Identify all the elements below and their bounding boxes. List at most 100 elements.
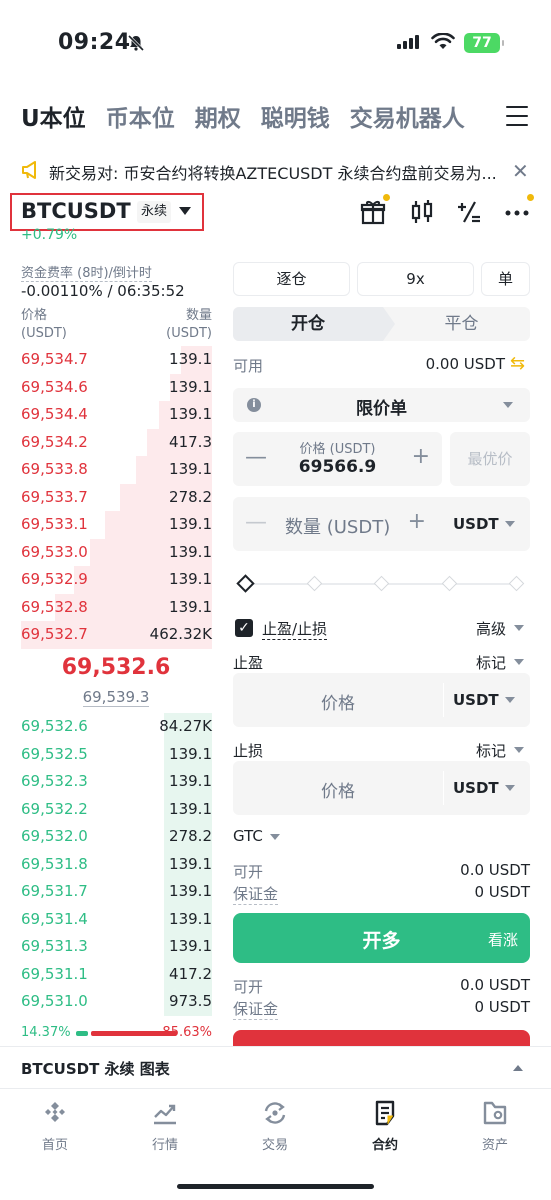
sl-trigger-select[interactable]: 标记 bbox=[476, 740, 506, 761]
more-icon[interactable] bbox=[503, 198, 531, 226]
long-margin-value: 0 USDT bbox=[474, 883, 530, 901]
amount-slider[interactable] bbox=[236, 574, 525, 593]
row-price: 69,531.7 bbox=[21, 882, 88, 900]
quantity-unit-select[interactable]: USDT bbox=[453, 515, 499, 533]
nav-trade[interactable]: 交易 bbox=[235, 1099, 315, 1153]
row-quantity: 139.1 bbox=[169, 882, 212, 900]
slider-stop-50[interactable] bbox=[373, 575, 390, 592]
quantity-input[interactable]: — 数量 (USDT) + USDT bbox=[233, 497, 530, 551]
buy-sell-ratio: 14.37% 85.63% bbox=[21, 1025, 212, 1041]
futures-icon bbox=[375, 1100, 395, 1126]
minus-icon[interactable]: — bbox=[245, 510, 267, 535]
long-margin-label[interactable]: 保证金 bbox=[233, 883, 279, 905]
time-in-force-select[interactable]: GTC bbox=[233, 827, 263, 845]
position-mode-button[interactable]: 单 bbox=[481, 262, 530, 296]
plus-icon[interactable]: + bbox=[408, 509, 426, 534]
stop-loss-input[interactable]: 价格 USDT bbox=[233, 761, 530, 815]
price-input[interactable]: — 价格 (USDT) 69566.9 + bbox=[233, 432, 442, 486]
ask-row[interactable]: 69,532.8 139.1 bbox=[21, 593, 212, 621]
ask-row[interactable]: 69,533.8 139.1 bbox=[21, 456, 212, 484]
advanced-select[interactable]: 高级 bbox=[476, 618, 506, 639]
transfer-icon[interactable]: ⇆ bbox=[510, 353, 525, 374]
row-quantity: 84.27K bbox=[159, 717, 212, 735]
row-price: 69,531.3 bbox=[21, 937, 88, 955]
gift-icon[interactable] bbox=[359, 198, 387, 226]
sell-ratio: 85.63% bbox=[162, 1025, 212, 1040]
bid-row[interactable]: 69,532.0 278.2 bbox=[21, 823, 212, 851]
bid-row[interactable]: 69,531.1 417.2 bbox=[21, 960, 212, 988]
bid-row[interactable]: 69,531.0 973.5 bbox=[21, 988, 212, 1016]
announcement-bar[interactable]: 新交易对: 币安合约将转换AZTECUSDT 永续合约盘前交易为... ✕ bbox=[0, 152, 551, 188]
tab-smart-money[interactable]: 聪明钱 bbox=[261, 99, 330, 133]
candlestick-chart-icon[interactable] bbox=[408, 198, 436, 226]
bid-row[interactable]: 69,531.8 139.1 bbox=[21, 850, 212, 878]
chevron-up-icon[interactable] bbox=[513, 1065, 523, 1071]
nav-home[interactable]: 首页 bbox=[15, 1099, 95, 1153]
slider-stop-75[interactable] bbox=[441, 575, 458, 592]
row-quantity: 417.2 bbox=[169, 964, 212, 983]
ask-row[interactable]: 69,534.7 139.1 bbox=[21, 346, 212, 374]
calculator-icon[interactable] bbox=[455, 198, 483, 226]
row-price: 69,534.2 bbox=[21, 432, 88, 451]
tpsl-label[interactable]: 止盈/止损 bbox=[262, 618, 328, 640]
orderbook-price-header: 价格 (USDT) bbox=[21, 308, 67, 341]
bid-row[interactable]: 69,531.4 139.1 bbox=[21, 905, 212, 933]
ask-row[interactable]: 69,533.0 139.1 bbox=[21, 538, 212, 566]
take-profit-label: 止盈 bbox=[233, 654, 264, 672]
ask-row[interactable]: 69,534.4 139.1 bbox=[21, 401, 212, 429]
tab-trading-bots[interactable]: 交易机器人 bbox=[350, 99, 465, 133]
tab-close[interactable]: 平仓 bbox=[393, 307, 530, 341]
nav-futures[interactable]: 合约 bbox=[345, 1099, 425, 1153]
chart-drawer[interactable]: BTCUSDT 永续 图表 bbox=[0, 1046, 551, 1088]
bid-row[interactable]: 69,532.6 84.27K bbox=[21, 713, 212, 741]
tab-usdm[interactable]: U本位 bbox=[21, 99, 86, 133]
bid-row[interactable]: 69,532.5 139.1 bbox=[21, 740, 212, 768]
margin-mode-button[interactable]: 逐仓 bbox=[233, 262, 350, 296]
ask-row[interactable]: 69,534.6 139.1 bbox=[21, 373, 212, 401]
slider-handle[interactable] bbox=[236, 574, 255, 593]
status-bar: 09:24 77 bbox=[0, 0, 551, 90]
ask-row[interactable]: 69,532.9 139.1 bbox=[21, 566, 212, 594]
nav-assets[interactable]: 资产 bbox=[455, 1099, 535, 1153]
best-price-button[interactable]: 最优价 bbox=[450, 432, 530, 486]
tp-trigger-select[interactable]: 标记 bbox=[476, 652, 506, 673]
tab-options[interactable]: 期权 bbox=[195, 99, 241, 133]
open-long-button[interactable]: 开多 看涨 bbox=[233, 913, 530, 963]
nav-markets[interactable]: 行情 bbox=[125, 1099, 205, 1153]
bid-row[interactable]: 69,531.7 139.1 bbox=[21, 878, 212, 906]
ask-row[interactable]: 69,533.7 278.2 bbox=[21, 483, 212, 511]
tpsl-checkbox[interactable]: ✓ bbox=[235, 619, 253, 637]
chevron-down-icon[interactable] bbox=[179, 207, 191, 215]
symbol-name[interactable]: BTCUSDT bbox=[21, 199, 131, 223]
take-profit-input[interactable]: 价格 USDT bbox=[233, 673, 530, 727]
plus-icon[interactable]: + bbox=[412, 444, 430, 469]
long-can-open-label: 可开 bbox=[233, 863, 264, 881]
last-price: 69,532.6 bbox=[61, 655, 171, 680]
bid-row[interactable]: 69,531.3 139.1 bbox=[21, 933, 212, 961]
tab-coinm[interactable]: 币本位 bbox=[106, 99, 175, 133]
chevron-down-icon bbox=[505, 521, 515, 527]
funding-rate-label[interactable]: 资金费率 (8时)/倒计时 bbox=[21, 262, 152, 282]
sl-unit-select[interactable]: USDT bbox=[453, 779, 499, 797]
short-margin-value: 0 USDT bbox=[474, 998, 530, 1016]
slider-stop-100[interactable] bbox=[508, 575, 525, 592]
wallet-icon bbox=[483, 1101, 507, 1125]
orderbook-qty-header[interactable]: 数量 (USDT) bbox=[150, 307, 212, 343]
short-margin-label[interactable]: 保证金 bbox=[233, 998, 279, 1020]
slider-stop-25[interactable] bbox=[306, 575, 323, 592]
leverage-button[interactable]: 9x bbox=[357, 262, 474, 296]
tp-unit-select[interactable]: USDT bbox=[453, 691, 499, 709]
row-price: 69,532.2 bbox=[21, 799, 88, 818]
ask-row[interactable]: 69,533.1 139.1 bbox=[21, 511, 212, 539]
menu-icon[interactable] bbox=[506, 106, 528, 126]
row-quantity: 139.1 bbox=[169, 937, 212, 955]
ask-row[interactable]: 69,532.7 462.32K bbox=[21, 621, 212, 649]
tab-open[interactable]: 开仓 bbox=[233, 307, 395, 341]
announcement-text[interactable]: 新交易对: 币安合约将转换AZTECUSDT 永续合约盘前交易为... bbox=[49, 160, 499, 184]
bid-row[interactable]: 69,532.3 139.1 bbox=[21, 768, 212, 796]
ask-row[interactable]: 69,534.2 417.3 bbox=[21, 428, 212, 456]
row-price: 69,531.8 bbox=[21, 854, 88, 873]
close-icon[interactable]: ✕ bbox=[512, 159, 529, 183]
order-type-select[interactable]: i 限价单 bbox=[233, 388, 530, 422]
bid-row[interactable]: 69,532.2 139.1 bbox=[21, 795, 212, 823]
